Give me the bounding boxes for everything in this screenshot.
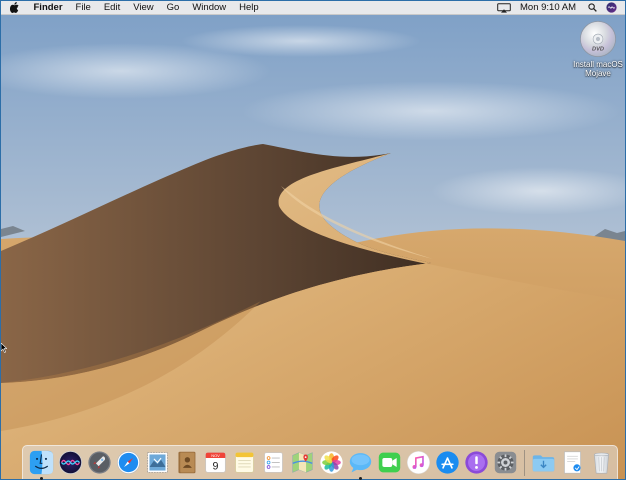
desktop-wallpaper <box>1 1 625 479</box>
calendar-month-label: NOV <box>211 453 220 458</box>
dock-system-preferences[interactable] <box>491 448 520 478</box>
reminders-icon <box>264 452 283 473</box>
itunes-music-icon <box>407 451 430 474</box>
siri-icon <box>58 450 83 475</box>
downloads-folder-icon <box>532 455 555 472</box>
siri-icon[interactable] <box>606 2 617 13</box>
menu-go[interactable]: Go <box>160 1 186 15</box>
finder-icon <box>29 450 54 475</box>
dock-launchpad[interactable] <box>85 448 114 478</box>
app-store-icon <box>436 451 459 474</box>
dock-calendar[interactable]: NOV 9 <box>201 448 230 478</box>
dvd-disc-icon: DVD <box>580 21 616 57</box>
running-indicator <box>359 476 362 480</box>
messages-bubble-icon <box>349 453 372 473</box>
dock-downloads-stack[interactable] <box>529 448 558 478</box>
menubar-clock[interactable]: Mon 9:10 AM <box>520 2 576 13</box>
dock: NOV 9 <box>22 445 618 480</box>
photos-flower-icon <box>320 451 343 474</box>
feedback-exclamation-icon <box>465 451 488 474</box>
dock-document-stack[interactable] <box>558 448 587 478</box>
menubar-status-area: Mon 9:10 AM <box>497 1 625 15</box>
dock-finder[interactable] <box>27 448 56 480</box>
document-stack-icon <box>564 451 581 474</box>
menu-edit[interactable]: Edit <box>97 1 126 15</box>
calendar-icon: NOV 9 <box>205 452 226 473</box>
notes-icon <box>235 452 254 473</box>
trash-icon <box>594 452 609 474</box>
dock-facetime[interactable] <box>375 448 404 478</box>
dock-trash[interactable] <box>587 448 616 478</box>
dock-photos[interactable] <box>317 448 346 478</box>
dock-notes[interactable] <box>230 448 259 478</box>
dock-maps[interactable] <box>288 448 317 478</box>
facetime-camera-icon <box>378 452 401 473</box>
contacts-book-icon <box>178 451 196 474</box>
menu-help[interactable]: Help <box>233 1 266 15</box>
dock-reminders[interactable] <box>259 448 288 478</box>
mail-stamp-icon <box>147 452 168 473</box>
mouse-pointer-icon <box>1 343 7 353</box>
apple-logo-icon[interactable] <box>1 2 27 13</box>
menu-file[interactable]: File <box>69 1 97 15</box>
launchpad-rocket-icon <box>88 451 111 474</box>
gear-icon <box>494 451 517 474</box>
safari-compass-icon <box>116 450 141 475</box>
dock-app-store[interactable] <box>433 448 462 478</box>
dock-itunes[interactable] <box>404 448 433 478</box>
menu-window[interactable]: Window <box>186 1 233 15</box>
dock-contacts[interactable] <box>172 448 201 478</box>
search-icon[interactable] <box>588 3 597 12</box>
dock-messages[interactable] <box>346 448 375 480</box>
calendar-day-label: 9 <box>213 461 219 473</box>
maps-icon <box>292 452 313 473</box>
menu-view[interactable]: View <box>127 1 160 15</box>
dock-siri[interactable] <box>56 448 85 478</box>
airplay-icon[interactable] <box>497 2 511 13</box>
dock-feedback-assistant[interactable] <box>462 448 491 478</box>
dock-mail[interactable] <box>143 448 172 478</box>
desktop-icon-label: Install macOS Mojave <box>573 60 623 78</box>
menu-app-finder[interactable]: Finder <box>27 1 69 15</box>
menu-bar: Finder File Edit View Go Window Help Mon… <box>1 1 625 15</box>
dock-safari[interactable] <box>114 448 143 478</box>
running-indicator <box>40 476 43 480</box>
dock-separator <box>524 449 525 476</box>
desktop-icon-install-macos-mojave[interactable]: DVD Install macOS Mojave <box>569 20 626 78</box>
svg-text:DVD: DVD <box>592 46 604 52</box>
